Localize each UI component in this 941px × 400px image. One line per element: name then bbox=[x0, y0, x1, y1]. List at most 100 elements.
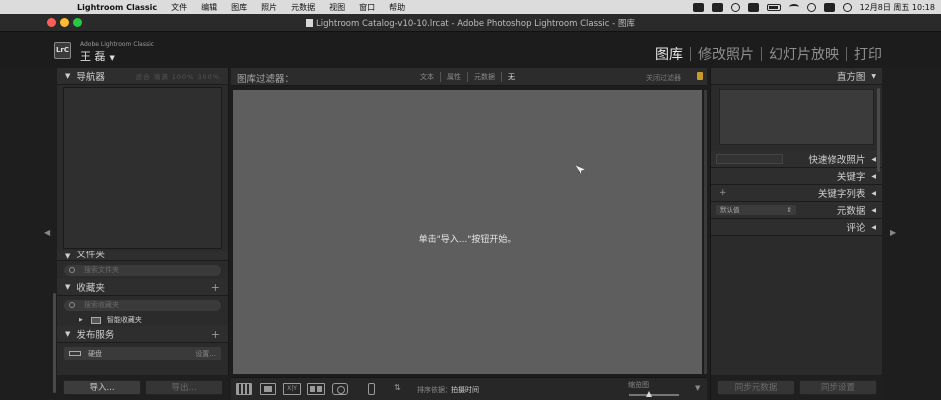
collapse-triangle-icon: ▼ bbox=[871, 72, 876, 80]
identity-plate-bar: LrC Adobe Lightroom Classic 王 磊 ▼ 图库 修改照片… bbox=[0, 32, 941, 68]
navigator-preview[interactable] bbox=[63, 87, 222, 249]
menu-metadata[interactable]: 元数据 bbox=[291, 2, 315, 13]
right-panel-toggle-arrow-icon[interactable]: ▶ bbox=[890, 228, 896, 237]
comments-title: 评论 bbox=[846, 223, 866, 234]
import-button[interactable]: 导入... bbox=[63, 380, 141, 395]
filter-tab-attribute[interactable]: 属性 bbox=[441, 72, 468, 82]
sync-settings-button[interactable]: 同步设置 bbox=[799, 380, 877, 395]
histogram-panel-header[interactable]: 直方图 ▼ bbox=[711, 68, 882, 85]
app-tray-icon[interactable] bbox=[692, 2, 704, 12]
painter-icon[interactable] bbox=[368, 383, 375, 395]
add-collection-icon[interactable]: + bbox=[211, 281, 220, 294]
sort-direction-icon[interactable]: ⇅ bbox=[394, 383, 401, 392]
collection-search-input[interactable]: 搜索收藏夹 bbox=[64, 300, 221, 311]
module-library[interactable]: 图库 bbox=[648, 44, 690, 64]
sync-metadata-button[interactable]: 同步元数据 bbox=[717, 380, 795, 395]
module-slideshow[interactable]: 幻灯片放映 bbox=[762, 44, 846, 64]
export-button[interactable]: 导出... bbox=[145, 380, 223, 395]
filter-tab-text[interactable]: 文本 bbox=[414, 72, 441, 82]
disclosure-triangle-icon[interactable]: ▶ bbox=[79, 317, 83, 323]
left-panel-toggle-arrow-icon[interactable]: ◀ bbox=[44, 228, 50, 237]
thumbnail-size-slider[interactable] bbox=[629, 391, 679, 397]
app-menu[interactable]: Lightroom Classic bbox=[77, 3, 157, 12]
sync-tray-icon[interactable] bbox=[730, 2, 740, 12]
right-panel: 直方图 ▼ 快速修改照片 ◀ 关键字 ◀ + 关键字列表 ◀ 默认值 ⇕ 元数据 ◀ 评论 ◀… bbox=[710, 68, 883, 400]
siri-icon[interactable] bbox=[842, 2, 852, 12]
right-panel-buttons: 同步元数据 同步设置 bbox=[711, 375, 883, 400]
expand-triangle-icon: ◀ bbox=[871, 206, 876, 214]
grid-view-icon[interactable] bbox=[236, 383, 252, 395]
lock-icon[interactable] bbox=[697, 72, 703, 80]
toolbar-menu-chevron-down-icon[interactable]: ▼ bbox=[695, 384, 700, 392]
collapse-triangle-icon: ▼ bbox=[65, 72, 71, 80]
add-publish-service-icon[interactable]: + bbox=[211, 328, 220, 341]
filters-off-dropdown[interactable]: 关闭过滤器 bbox=[646, 73, 681, 83]
navigator-panel-header[interactable]: ▼ 导航器 适合 填满 100% 300% bbox=[57, 68, 228, 85]
menu-help[interactable]: 帮助 bbox=[389, 2, 405, 13]
publish-services-panel-header[interactable]: ▼ 发布服务 + bbox=[57, 326, 228, 343]
loupe-view-icon[interactable] bbox=[260, 383, 276, 395]
menu-bar-clock[interactable]: 12月8日 周五 10:18 bbox=[860, 2, 935, 13]
smart-collections-item[interactable]: ▶ 智能收藏夹 bbox=[57, 314, 228, 326]
filter-tab-metadata[interactable]: 元数据 bbox=[468, 72, 502, 82]
menu-library[interactable]: 图库 bbox=[231, 2, 247, 13]
left-panel: ▼ 导航器 适合 填满 100% 300% ▼ 文件夹 搜索文件夹 ▼ 收藏夹 … bbox=[53, 68, 229, 400]
wifi-icon[interactable] bbox=[788, 4, 799, 10]
identity-plate-user[interactable]: 王 磊 ▼ bbox=[80, 48, 115, 64]
center-content: 图库过滤器： 文本 属性 元数据 无 关闭过滤器 单击"导入..."按钮开始。 … bbox=[231, 68, 707, 400]
metadata-panel-header[interactable]: 默认值 ⇕ 元数据 ◀ bbox=[711, 202, 882, 219]
macos-menu-bar: Lightroom Classic 文件 编辑 图库 照片 元数据 视图 窗口 … bbox=[0, 0, 941, 14]
grid-scrollbar[interactable] bbox=[704, 90, 707, 374]
app-caption: Adobe Lightroom Classic bbox=[80, 41, 155, 48]
battery-icon[interactable] bbox=[766, 3, 781, 11]
left-panel-scrollbar[interactable] bbox=[53, 293, 56, 393]
menu-file[interactable]: 文件 bbox=[171, 2, 187, 13]
quick-develop-preset-select[interactable] bbox=[716, 154, 783, 164]
survey-view-icon[interactable] bbox=[307, 383, 325, 395]
control-center-icon[interactable] bbox=[823, 2, 835, 12]
sort-label: 排序依据： bbox=[417, 386, 452, 394]
people-view-icon[interactable] bbox=[332, 383, 348, 395]
menu-view[interactable]: 视图 bbox=[329, 2, 345, 13]
folder-search-placeholder: 搜索文件夹 bbox=[84, 266, 119, 274]
hard-drive-setting-link[interactable]: 设置... bbox=[195, 349, 216, 359]
empty-grid-message: 单击"导入..."按钮开始。 bbox=[418, 235, 517, 245]
window-title: Lightroom Catalog-v10-10.lrcat - Adobe P… bbox=[0, 17, 941, 29]
hard-drive-service[interactable]: 硬盘 设置... bbox=[64, 347, 221, 360]
keyword-list-panel-header[interactable]: + 关键字列表 ◀ bbox=[711, 185, 882, 202]
menu-photo[interactable]: 照片 bbox=[261, 2, 277, 13]
metadata-preset-select[interactable]: 默认值 ⇕ bbox=[716, 205, 796, 215]
clipboard-tray-icon[interactable] bbox=[711, 2, 723, 12]
search-icon[interactable] bbox=[806, 2, 816, 12]
menu-window[interactable]: 窗口 bbox=[359, 2, 375, 13]
compare-view-icon[interactable]: X|Y bbox=[283, 383, 301, 395]
menu-bar-status-area: 12月8日 周五 10:18 bbox=[692, 0, 935, 14]
collections-panel-header[interactable]: ▼ 收藏夹 + bbox=[57, 279, 228, 296]
select-arrows-icon: ⇕ bbox=[786, 206, 792, 214]
module-picker: 图库 修改照片 幻灯片放映 打印 bbox=[648, 44, 889, 64]
navigator-zoom-options[interactable]: 适合 填满 100% 300% bbox=[136, 71, 220, 81]
module-print[interactable]: 打印 bbox=[847, 44, 889, 64]
navigator-title: 导航器 bbox=[76, 72, 105, 83]
keywording-panel-header[interactable]: 关键字 ◀ bbox=[711, 168, 882, 185]
library-filter-bar: 图库过滤器： 文本 属性 元数据 无 关闭过滤器 bbox=[231, 68, 707, 86]
menu-edit[interactable]: 编辑 bbox=[201, 2, 217, 13]
quick-develop-panel-header[interactable]: 快速修改照片 ◀ bbox=[711, 151, 882, 168]
module-develop[interactable]: 修改照片 bbox=[691, 44, 761, 64]
comments-panel-header[interactable]: 评论 ◀ bbox=[711, 219, 882, 236]
folders-panel-header[interactable]: ▼ 文件夹 bbox=[57, 251, 228, 261]
sort-order-select[interactable]: 拍摄时间 bbox=[451, 385, 479, 395]
grid-tray-icon[interactable] bbox=[747, 2, 759, 12]
left-panel-buttons: 导入... 导出... bbox=[57, 375, 229, 400]
window-title-bar: Lightroom Catalog-v10-10.lrcat - Adobe P… bbox=[0, 14, 941, 32]
lrc-logo: LrC bbox=[54, 42, 71, 59]
smart-collection-folder-icon bbox=[90, 316, 101, 324]
chevron-down-icon: ▼ bbox=[109, 54, 115, 62]
filter-tab-none[interactable]: 无 bbox=[502, 72, 521, 82]
right-panel-scrollbar[interactable] bbox=[877, 88, 880, 172]
slider-knob[interactable] bbox=[646, 391, 652, 397]
add-keyword-icon[interactable]: + bbox=[719, 188, 727, 198]
folder-search-input[interactable]: 搜索文件夹 bbox=[64, 265, 221, 276]
metadata-preset-value: 默认值 bbox=[720, 206, 740, 214]
grid-view[interactable]: 单击"导入..."按钮开始。 bbox=[233, 90, 702, 374]
